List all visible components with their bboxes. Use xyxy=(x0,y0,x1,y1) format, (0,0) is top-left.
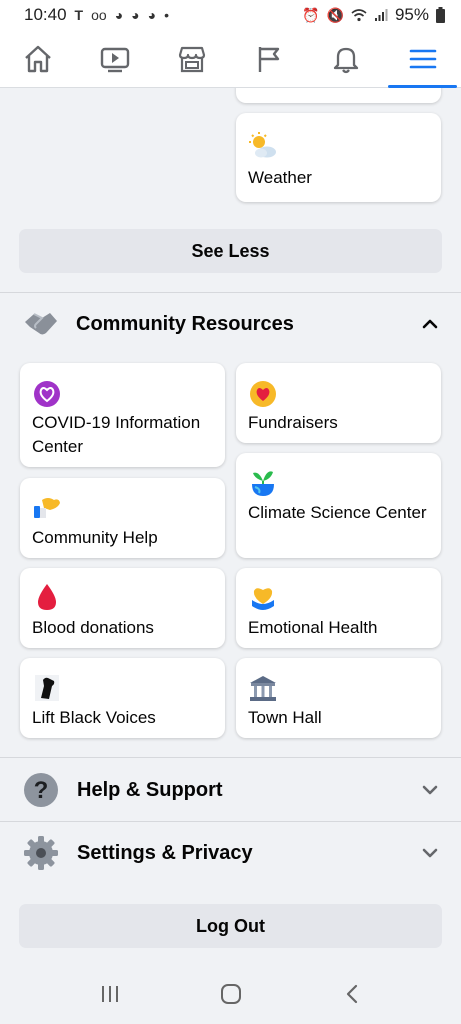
community-help-icon xyxy=(32,493,62,523)
town-hall-label: Town Hall xyxy=(248,708,322,727)
handshake-icon xyxy=(25,313,57,335)
card-climate-science-center[interactable]: Climate Science Center xyxy=(236,453,441,558)
svg-text:?: ? xyxy=(34,777,49,804)
clock: 10:40 xyxy=(24,5,67,24)
help-support-title: Help & Support xyxy=(77,778,223,801)
card-community-help[interactable]: Community Help xyxy=(20,478,225,558)
divider xyxy=(0,292,461,293)
mute-icon: 🔇 xyxy=(326,6,344,23)
weather-label: Weather xyxy=(248,168,312,187)
wifi-icon xyxy=(351,9,367,22)
log-out-button[interactable]: Log Out xyxy=(19,904,442,948)
blood-donations-label: Blood donations xyxy=(32,618,154,637)
fundraisers-heart-icon xyxy=(248,379,278,409)
system-nav-bar xyxy=(0,963,461,1024)
battery-icon xyxy=(436,7,445,23)
voicemail-icon: oo xyxy=(91,7,107,23)
home-icon xyxy=(25,45,52,72)
tab-watch[interactable] xyxy=(77,30,154,87)
climate-science-label: Climate Science Center xyxy=(248,503,427,522)
card-town-hall[interactable]: Town Hall xyxy=(236,658,441,738)
dot-icon: • xyxy=(164,7,169,23)
chevron-down-icon xyxy=(422,848,438,858)
app-icon: ◕ xyxy=(147,7,157,23)
blood-drop-icon xyxy=(32,582,62,612)
tab-pages[interactable] xyxy=(230,30,307,87)
raised-fist-icon xyxy=(32,673,62,703)
covid-icon xyxy=(32,379,62,409)
back-icon[interactable] xyxy=(342,983,362,1005)
tmobile-icon: T xyxy=(74,7,84,23)
town-hall-icon xyxy=(248,673,278,703)
community-help-label: Community Help xyxy=(32,528,158,547)
fundraisers-label: Fundraisers xyxy=(248,413,338,432)
emotional-health-icon xyxy=(248,583,278,613)
signal-icon xyxy=(374,9,388,21)
settings-privacy-header[interactable]: Settings & Privacy xyxy=(0,823,461,883)
community-resources-title: Community Resources xyxy=(76,312,294,335)
card-blood-donations[interactable]: Blood donations xyxy=(20,568,225,648)
app-icon: ◕ xyxy=(114,7,124,23)
card-lift-black-voices[interactable]: Lift Black Voices xyxy=(20,658,225,738)
divider xyxy=(0,821,461,822)
status-bar: 10:40 T oo ◕ ◕ ◕ • ⏰ 🔇 95% xyxy=(0,0,461,30)
help-support-header[interactable]: ? Help & Support xyxy=(0,760,461,820)
card-fundraisers[interactable]: Fundraisers xyxy=(236,363,441,443)
settings-gear-icon xyxy=(24,836,58,870)
lift-black-voices-label: Lift Black Voices xyxy=(32,708,156,727)
menu-content: Weather See Less Community Resources COV… xyxy=(0,88,461,963)
tab-menu[interactable] xyxy=(384,30,461,88)
menu-icon xyxy=(409,49,436,68)
tab-notifications[interactable] xyxy=(307,30,384,87)
divider xyxy=(0,757,461,758)
tab-marketplace[interactable] xyxy=(154,30,231,87)
help-question-icon: ? xyxy=(24,773,58,807)
card-covid-info-center[interactable]: COVID-19 Information Center xyxy=(20,363,225,467)
card-emotional-health[interactable]: Emotional Health xyxy=(236,568,441,648)
notifications-bell-icon xyxy=(333,47,358,73)
emotional-health-label: Emotional Health xyxy=(248,618,378,637)
community-resources-header[interactable]: Community Resources xyxy=(0,294,461,354)
alarm-icon: ⏰ xyxy=(302,6,320,23)
top-nav xyxy=(0,30,461,88)
shortcut-card-partial[interactable] xyxy=(236,88,441,103)
home-button-icon[interactable] xyxy=(219,982,243,1006)
shortcut-card-weather[interactable]: Weather xyxy=(236,113,441,202)
video-icon xyxy=(101,47,130,72)
tab-home[interactable] xyxy=(0,30,77,87)
recent-apps-icon[interactable] xyxy=(99,984,121,1004)
battery-percent: 95% xyxy=(394,5,429,24)
chevron-down-icon xyxy=(422,785,438,795)
chevron-up-icon xyxy=(422,319,438,329)
app-icon: ◕ xyxy=(131,7,140,23)
see-less-button[interactable]: See Less xyxy=(19,229,442,273)
weather-icon xyxy=(248,131,278,161)
settings-privacy-title: Settings & Privacy xyxy=(77,841,253,864)
covid-label: COVID-19 Information Center xyxy=(32,413,201,456)
pages-flag-icon xyxy=(258,46,280,72)
marketplace-icon xyxy=(178,46,206,72)
climate-globe-icon xyxy=(248,467,278,497)
